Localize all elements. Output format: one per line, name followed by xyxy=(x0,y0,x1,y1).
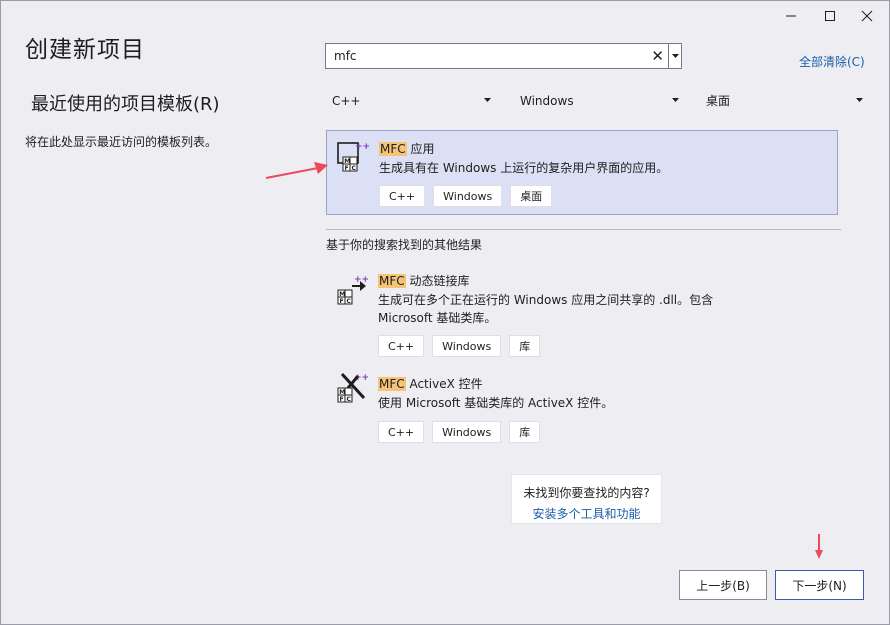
chevron-down-icon xyxy=(484,98,491,102)
template-tags: C++ Windows 桌面 xyxy=(379,185,553,207)
tag-type: 桌面 xyxy=(510,185,553,207)
back-button[interactable]: 上一步(B) xyxy=(679,570,767,600)
minimize-icon xyxy=(786,15,796,17)
clear-all-link[interactable]: 全部清除(C) xyxy=(799,53,865,70)
minimize-button[interactable] xyxy=(774,2,808,30)
svg-text:M: M xyxy=(339,389,345,396)
tag-type: 库 xyxy=(509,335,541,357)
annotation-arrow-icon xyxy=(815,534,823,559)
close-button[interactable] xyxy=(850,2,884,30)
tag-language: C++ xyxy=(378,421,425,443)
tag-platform: Windows xyxy=(432,421,502,443)
recent-templates-empty-text: 将在此处显示最近访问的模板列表。 xyxy=(25,135,218,149)
other-results-heading: 基于你的搜索找到的其他结果 xyxy=(326,238,483,252)
search-highlight: MFC xyxy=(378,274,406,288)
search-highlight: MFC xyxy=(379,142,407,156)
not-found-question: 未找到你要查找的内容? xyxy=(523,486,650,500)
chevron-down-icon xyxy=(856,98,863,102)
template-description: 使用 Microsoft 基础类库的 ActiveX 控件。 xyxy=(378,396,614,410)
not-found-panel: 未找到你要查找的内容? 安装多个工具和功能 xyxy=(511,474,662,524)
annotation-arrow-icon xyxy=(265,162,328,179)
recent-templates-heading: 最近使用的项目模板(R) xyxy=(31,94,220,115)
language-filter-value: C++ xyxy=(332,93,361,108)
platform-filter[interactable]: Windows xyxy=(513,88,683,113)
svg-text:F: F xyxy=(345,165,349,172)
next-button[interactable]: 下一步(N) xyxy=(775,570,864,600)
svg-text:F: F xyxy=(340,298,344,305)
template-tags: C++ Windows 库 xyxy=(378,335,541,357)
svg-text:++: ++ xyxy=(355,142,370,152)
chevron-down-icon xyxy=(671,53,679,58)
template-description: 生成可在多个正在运行的 Windows 应用之间共享的 .dll。包含 Micr… xyxy=(378,293,714,325)
search-box[interactable]: ✕ xyxy=(325,43,669,69)
search-clear-icon[interactable]: ✕ xyxy=(651,47,664,65)
search-highlight: MFC xyxy=(378,377,406,391)
svg-text:M: M xyxy=(339,291,345,298)
template-card-mfc-dll[interactable]: ++ M F C MFC 动态链接库 生成可在多个正在运行的 Windows 应… xyxy=(326,268,838,360)
maximize-button[interactable] xyxy=(813,2,847,30)
svg-text:F: F xyxy=(340,396,344,403)
svg-text:C: C xyxy=(347,298,352,305)
template-name: MFC 应用 xyxy=(379,142,435,156)
search-input[interactable] xyxy=(334,49,634,63)
maximize-icon xyxy=(825,11,835,21)
page-title: 创建新项目 xyxy=(25,37,145,63)
project-type-filter[interactable]: 桌面 xyxy=(699,88,867,113)
template-name: MFC 动态链接库 xyxy=(378,274,470,288)
language-filter[interactable]: C++ xyxy=(325,88,495,113)
svg-text:C: C xyxy=(347,396,352,403)
tag-platform: Windows xyxy=(433,185,503,207)
project-type-filter-value: 桌面 xyxy=(706,94,731,108)
close-icon xyxy=(861,10,873,22)
results-divider xyxy=(326,229,841,230)
svg-text:M: M xyxy=(344,158,350,165)
tag-language: C++ xyxy=(378,335,425,357)
template-card-mfc-activex[interactable]: ++ M F C MFC ActiveX 控件 使用 Microsoft 基础类… xyxy=(326,366,838,448)
template-description: 生成具有在 Windows 上运行的复杂用户界面的应用。 xyxy=(379,161,669,175)
template-card-mfc-app[interactable]: M F C ++ MFC 应用 生成具有在 Windows 上运行的复杂用户界面… xyxy=(326,130,838,215)
search-history-dropdown[interactable] xyxy=(669,43,682,69)
tag-language: C++ xyxy=(379,185,426,207)
mfc-activex-icon: ++ M F C xyxy=(337,372,369,403)
tag-platform: Windows xyxy=(432,335,502,357)
template-tags: C++ Windows 库 xyxy=(378,421,541,443)
svg-text:C: C xyxy=(352,165,357,172)
mfc-app-icon: M F C ++ xyxy=(337,142,370,172)
tag-type: 库 xyxy=(509,421,541,443)
template-name: MFC ActiveX 控件 xyxy=(378,377,483,391)
chevron-down-icon xyxy=(672,98,679,102)
platform-filter-value: Windows xyxy=(520,93,574,108)
install-tools-link[interactable]: 安装多个工具和功能 xyxy=(512,505,661,522)
mfc-dll-icon: ++ M F C xyxy=(337,275,369,305)
